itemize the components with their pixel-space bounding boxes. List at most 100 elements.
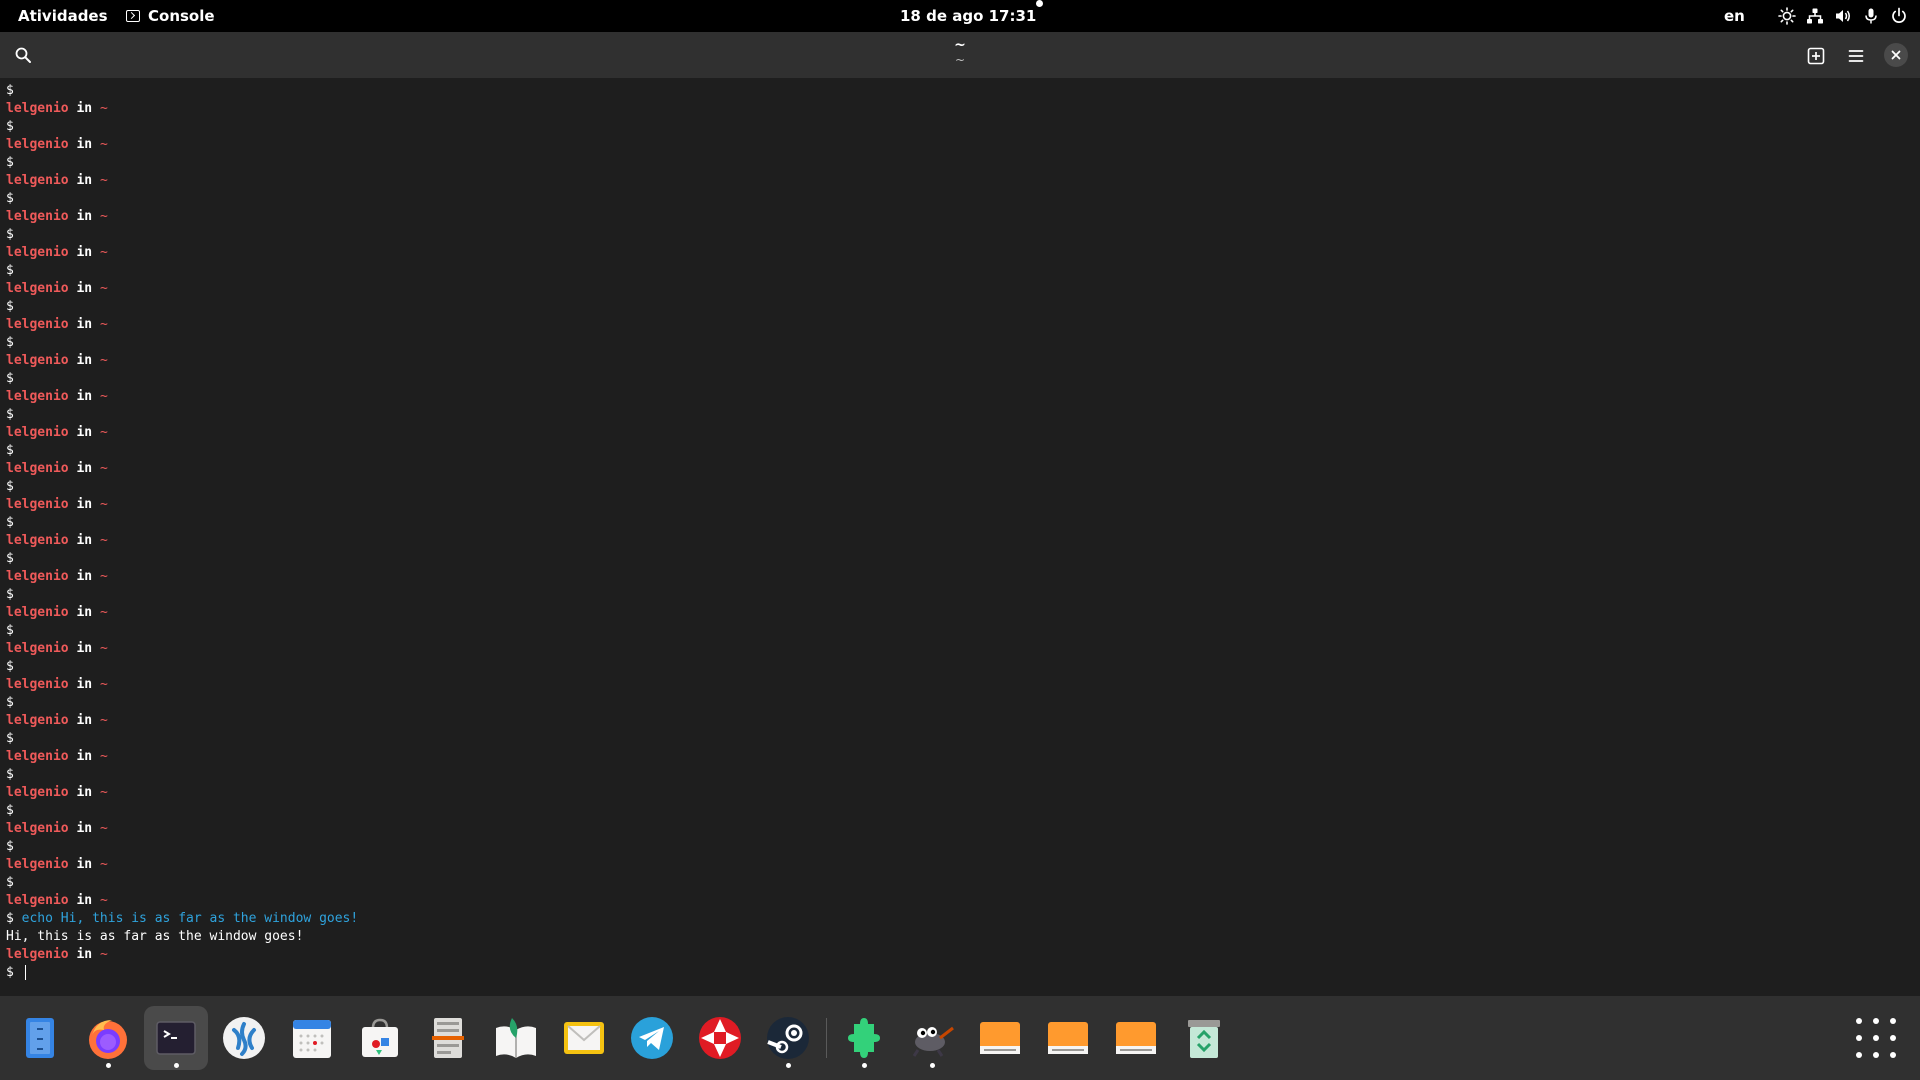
dock-video-player[interactable] (688, 1006, 752, 1070)
prompt-line: lelgenio in ~ (6, 569, 108, 584)
dock-software[interactable] (348, 1006, 412, 1070)
prompt-line: lelgenio in ~ (6, 533, 108, 548)
main-menu-button[interactable] (1844, 44, 1868, 68)
dock-console[interactable] (144, 1006, 208, 1070)
running-indicator (862, 1063, 867, 1068)
terminal-line: $ (6, 731, 14, 746)
terminal-output: $ lelgenio in ~ $ lelgenio in ~ $ lelgenio i… (6, 82, 1920, 982)
prompt-line: lelgenio in ~ (6, 497, 108, 512)
dock-files[interactable] (8, 1006, 72, 1070)
software-icon (362, 1018, 398, 1057)
dock-steam[interactable] (756, 1006, 820, 1070)
drive-icon (1048, 1022, 1088, 1054)
terminal-line: $ (6, 371, 14, 386)
close-window-button[interactable] (1884, 43, 1908, 67)
steam-icon (767, 1017, 809, 1059)
terminal-line: $ (6, 227, 14, 242)
dock-drive-2[interactable] (1036, 1006, 1100, 1070)
notification-dot-icon (1036, 0, 1043, 7)
new-tab-icon (1807, 47, 1825, 65)
clock[interactable]: 18 de ago 17:31 (900, 0, 1036, 32)
terminal-line: $ (6, 623, 14, 638)
terminal-line: $ (6, 119, 14, 134)
terminal-line: $ (6, 299, 14, 314)
prompt-line: lelgenio in ~ (6, 785, 108, 800)
terminal-icon (126, 10, 140, 22)
activities-button[interactable]: Atividades (18, 0, 108, 32)
dock-document-scanner[interactable] (416, 1006, 480, 1070)
terminal-line: $ (6, 335, 14, 350)
active-prompt[interactable]: $ (6, 964, 1920, 982)
app-menu-label: Console (148, 7, 215, 25)
keyboard-layout-indicator[interactable]: en (1724, 0, 1745, 32)
dock (0, 996, 1920, 1080)
prompt-line: lelgenio in ~ (6, 893, 108, 908)
terminal-line: $ (6, 767, 14, 782)
terminal-line: $ (6, 83, 14, 98)
power-icon[interactable] (1890, 7, 1908, 25)
text-cursor (24, 965, 27, 980)
terminal-line: $ echo Hi, this is as far as the window … (6, 911, 359, 926)
dock-mail[interactable] (552, 1006, 616, 1070)
drive-icon (1116, 1022, 1156, 1054)
document-scanner-icon (432, 1018, 464, 1058)
terminal-line: $ (6, 839, 14, 854)
volume-icon[interactable] (1834, 7, 1852, 25)
dock-foliate[interactable] (484, 1006, 548, 1070)
telegram-icon (631, 1017, 673, 1059)
files-icon (26, 1018, 54, 1058)
show-apps-button[interactable] (1854, 1016, 1898, 1060)
terminal-line: $ (6, 191, 14, 206)
prompt-line: lelgenio in ~ (6, 821, 108, 836)
system-tray[interactable] (1778, 0, 1908, 32)
dock-drive-1[interactable] (968, 1006, 1032, 1070)
calendar-icon (293, 1020, 331, 1058)
network-wired-icon[interactable] (1806, 7, 1824, 25)
prompt-line: lelgenio in ~ (6, 857, 108, 872)
prompt-line: lelgenio in ~ (6, 605, 108, 620)
terminal-view[interactable]: $ lelgenio in ~ $ lelgenio in ~ $ lelgenio i… (0, 78, 1920, 996)
prompt-line: lelgenio in ~ (6, 101, 108, 116)
dock-telegram[interactable] (620, 1006, 684, 1070)
terminal-line: $ (6, 515, 14, 530)
running-indicator (786, 1063, 791, 1068)
dock-separator (826, 1018, 827, 1058)
terminal-line: $ (6, 875, 14, 890)
brightness-icon[interactable] (1778, 7, 1796, 25)
extensions-icon (848, 1018, 880, 1058)
console-headerbar: ~ ~ (0, 32, 1920, 78)
prompt-line: lelgenio in ~ (6, 317, 108, 332)
prompt-line: lelgenio in ~ (6, 173, 108, 188)
prompt-line: lelgenio in ~ (6, 281, 108, 296)
firefox-icon (89, 1020, 127, 1059)
prompt-line: lelgenio in ~ (6, 713, 108, 728)
terminal-line: $ (6, 659, 14, 674)
gimp-icon (912, 1026, 954, 1057)
prompt-line: lelgenio in ~ (6, 245, 108, 260)
prompt-line: lelgenio in ~ (6, 461, 108, 476)
window-title: ~ (954, 37, 966, 53)
trash-icon (1188, 1020, 1220, 1058)
app-menu[interactable]: Console (126, 0, 215, 32)
dock-firefox[interactable] (76, 1006, 140, 1070)
prompt-line: lelgenio in ~ (6, 425, 108, 440)
running-indicator (174, 1063, 179, 1068)
dock-drive-3[interactable] (1104, 1006, 1168, 1070)
microphone-icon[interactable] (1862, 7, 1880, 25)
running-indicator (930, 1063, 935, 1068)
hamburger-menu-icon (1848, 50, 1864, 62)
terminal-line: $ (6, 443, 14, 458)
dock-extensions[interactable] (832, 1006, 896, 1070)
dock-trash[interactable] (1172, 1006, 1236, 1070)
drive-icon (980, 1022, 1020, 1054)
command-output: Hi, this is as far as the window goes! (6, 929, 304, 944)
top-bar: Atividades Console 18 de ago 17:31 en (0, 0, 1920, 32)
dock-vscodium[interactable] (212, 1006, 276, 1070)
new-tab-button[interactable] (1804, 44, 1828, 68)
terminal-line: $ (6, 803, 14, 818)
dock-calendar[interactable] (280, 1006, 344, 1070)
prompt-line: lelgenio in ~ (6, 641, 108, 656)
terminal-line: $ (6, 695, 14, 710)
dock-gimp[interactable] (900, 1006, 964, 1070)
prompt-line: lelgenio in ~ (6, 677, 108, 692)
